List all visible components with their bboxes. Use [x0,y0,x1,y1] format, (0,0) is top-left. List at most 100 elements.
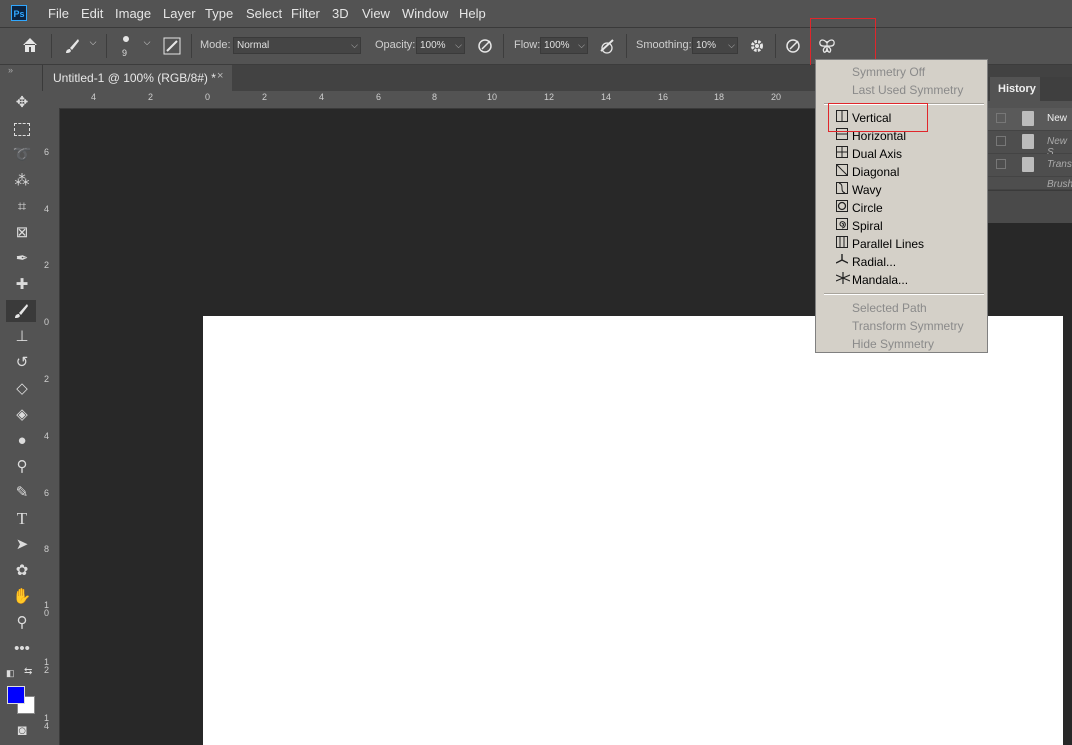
menu-item-last-used-symmetry[interactable]: Last Used Symmetry [852,83,963,97]
history-tab[interactable]: History [990,77,1040,101]
dodge-tool-icon[interactable]: ⚲ [10,456,34,478]
brush-settings-panel-icon[interactable] [163,37,181,55]
flow-field[interactable]: 100% ⌵ [540,37,588,54]
blur-tool-icon[interactable]: ● [10,430,34,452]
menu-3d[interactable]: 3D [332,6,349,21]
menu-select[interactable]: Select [246,6,282,21]
ruler-tick-label: 4 [44,204,50,214]
circle-icon [836,200,848,212]
hand-tool-icon[interactable]: ✋ [10,586,34,608]
menu-edit[interactable]: Edit [81,6,103,21]
lasso-tool-icon[interactable]: ➰ [10,144,34,166]
menu-item-selected-path[interactable]: Selected Path [852,301,927,315]
dual-axis-icon [836,146,848,158]
home-icon[interactable] [20,36,40,56]
menu-item-symmetry-off[interactable]: Symmetry Off [852,65,925,79]
menu-item-diagonal[interactable]: Diagonal [852,165,899,179]
eyedropper-tool-icon[interactable]: ✒ [10,248,34,270]
frame-tool-icon[interactable]: ⊠ [10,222,34,244]
history-row-label: New [1047,113,1068,124]
pressure-size-icon[interactable] [784,37,802,55]
default-colors-icon[interactable]: ◧ [6,668,15,679]
brush-tip-icon[interactable] [123,36,129,42]
radial-icon [835,254,849,266]
menu-help[interactable]: Help [459,6,486,21]
brush-preset-icon[interactable] [62,37,82,55]
mandala-icon [835,272,851,284]
snapshot-checkbox[interactable] [996,159,1006,169]
chevron-down-icon[interactable]: ⌵ [455,38,462,53]
history-row[interactable]: Trans [988,154,1072,177]
airbrush-icon[interactable] [598,37,618,55]
menu-window[interactable]: Window [402,6,448,21]
opacity-value: 100% [420,40,446,51]
menu-item-dual-axis[interactable]: Dual Axis [852,147,902,161]
foreground-color-swatch[interactable] [7,686,25,704]
ruler-tick-label: 8 [44,544,50,554]
document-tab-title: Untitled-1 @ 100% (RGB/8#) * [53,71,216,85]
ruler-tick-label: 12 [44,657,50,675]
chevron-down-icon[interactable]: ⌵ [87,37,99,48]
gear-icon[interactable] [748,37,766,55]
history-row[interactable]: New S [988,131,1072,158]
menu-bar: Ps File Edit Image Layer Type Select Fil… [0,0,1072,28]
pen-tool-icon[interactable]: ✎ [10,482,34,504]
menu-image[interactable]: Image [115,6,151,21]
history-brush-tool-icon[interactable]: ↺ [10,352,34,374]
opacity-field[interactable]: 100% ⌵ [416,37,465,54]
menu-item-parallel-lines[interactable]: Parallel Lines [852,237,924,251]
ruler-tick-label: 4 [91,92,97,102]
menu-layer[interactable]: Layer [163,6,196,21]
menu-item-wavy[interactable]: Wavy [852,183,882,197]
close-icon[interactable]: × [217,70,223,82]
menu-file[interactable]: File [48,6,69,21]
menu-type[interactable]: Type [205,6,233,21]
menu-item-radial[interactable]: Radial... [852,255,896,269]
history-row-label: Trans [1047,159,1072,170]
more-tools-icon[interactable]: ••• [10,638,34,660]
quick-mask-icon[interactable]: ◙ [10,720,34,742]
crop-tool-icon[interactable]: ⌗ [10,196,34,218]
menu-item-hide-symmetry[interactable]: Hide Symmetry [852,337,934,351]
ruler-tick-label: 10 [487,92,498,102]
swap-colors-icon[interactable]: ⇆ [24,666,32,677]
zoom-tool-icon[interactable]: ⚲ [10,612,34,634]
menu-item-mandala[interactable]: Mandala... [852,273,908,287]
menu-item-spiral[interactable]: Spiral [852,219,883,233]
snapshot-checkbox[interactable] [996,113,1006,123]
brush-tool-icon[interactable] [6,300,36,322]
document-icon [1022,157,1034,172]
mode-dropdown[interactable]: Normal ⌵ [233,37,361,54]
ruler-tick-label: 6 [376,92,382,102]
magic-wand-tool-icon[interactable]: ⁂ [10,170,34,192]
menu-item-transform-symmetry[interactable]: Transform Symmetry [852,319,964,333]
move-tool-icon[interactable]: ✥ [10,92,34,114]
smoothing-field[interactable]: 10% ⌵ [692,37,738,54]
chevron-down-icon[interactable]: ⌵ [578,38,585,53]
document-canvas[interactable] [203,316,1063,745]
path-selection-tool-icon[interactable]: ➤ [10,534,34,556]
snapshot-checkbox[interactable] [996,136,1006,146]
clone-stamp-tool-icon[interactable]: ⊥ [10,326,34,348]
chevron-down-icon[interactable]: ⌵ [728,38,735,53]
collapse-panel-icon[interactable]: » [8,65,13,75]
menu-view[interactable]: View [362,6,390,21]
eraser-tool-icon[interactable]: ◇ [10,378,34,400]
history-row[interactable]: New [988,108,1072,131]
paint-bucket-tool-icon[interactable]: ◈ [10,404,34,426]
ruler-tick-label: 2 [148,92,154,102]
menu-filter[interactable]: Filter [291,6,320,21]
chevron-down-icon[interactable]: ⌵ [141,37,153,48]
pressure-opacity-icon[interactable] [476,37,494,55]
custom-shape-tool-icon[interactable]: ✿ [10,560,34,582]
tools-panel: » ✥ ➰ ⁂ ⌗ ⊠ ✒ ✚ ⊥ ↺ ◇ ◈ ● ⚲ ✎ T ➤ ✿ ✋ ⚲ … [0,65,43,745]
history-panel-footer [988,190,1072,223]
type-tool-icon[interactable]: T [10,508,34,530]
document-icon [1022,111,1034,126]
healing-brush-tool-icon[interactable]: ✚ [10,274,34,296]
history-row[interactable]: Brush [988,177,1072,190]
ruler-tick-label: 4 [319,92,325,102]
marquee-tool-icon[interactable] [10,118,34,140]
menu-item-circle[interactable]: Circle [852,201,883,215]
document-tab[interactable]: Untitled-1 @ 100% (RGB/8#) * × [42,65,232,91]
